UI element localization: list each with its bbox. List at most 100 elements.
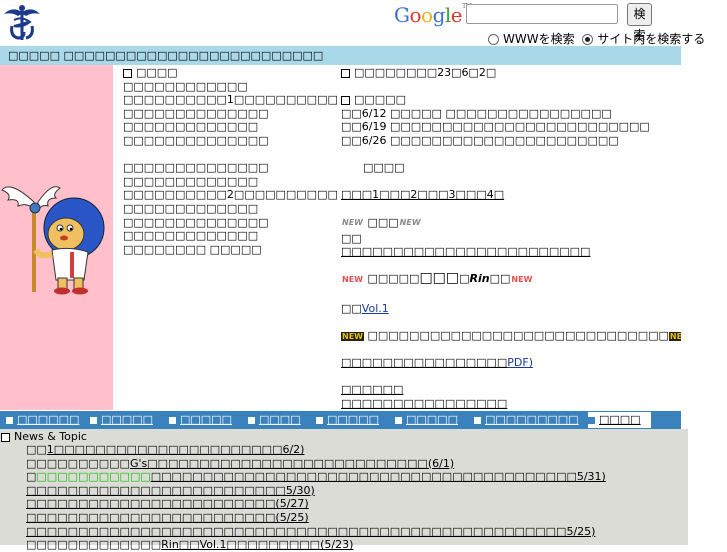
- col1-line: □□□□□□□□□□□□□: [123, 229, 259, 243]
- rin-text-a: □□□□□: [367, 272, 420, 286]
- pdf-link[interactable]: PDF): [507, 356, 533, 369]
- nav-item[interactable]: □□□□□□□□□: [474, 411, 579, 429]
- schedule-item: □□6/26 □□□□□□□□□□□□□□□□□□□□□□: [341, 133, 619, 147]
- checkbox-square-icon: [1, 432, 10, 442]
- checkbox-square-icon: [341, 95, 350, 105]
- col1-line: □□□□□□□□□□□□□: [123, 174, 259, 188]
- new-row-2: NEW □□□□□□□□□□□□□□□□□□□□□□□□□□□□□NEW: [341, 329, 681, 343]
- lion-mascot-icon: [1, 186, 105, 295]
- pdf-text[interactable]: □□□□□□□□□□□□□□□□: [341, 356, 507, 369]
- new-badge-icon: NEW: [341, 331, 364, 341]
- col1-line: □□□□□□□□□□□□: [123, 79, 248, 93]
- nav-item[interactable]: □□□□□: [169, 411, 232, 429]
- link-a[interactable]: □□□□□□: [341, 383, 403, 396]
- new-badge-icon: NEW: [342, 274, 363, 284]
- radio-site[interactable]: [582, 34, 594, 45]
- news-item[interactable]: □□□□□□□□□□□□□□□□□□□□□□□□□□□□□□□□□□□□□□□□…: [26, 525, 606, 539]
- nav-label: □□□□□□□□□: [485, 413, 579, 426]
- news-item[interactable]: □□□□□□□□□□□□□□□□□□□□□□□□□5/30): [26, 484, 606, 498]
- news-heading: News & Topic: [14, 430, 87, 443]
- search-button[interactable]: 検索: [627, 3, 652, 42]
- nav-square-icon: [169, 416, 176, 424]
- col1-line: □□□□□□□□□□□□□: [123, 201, 259, 215]
- nav-square-icon: [248, 416, 255, 424]
- col1-heading-row: □□□□: [123, 66, 338, 80]
- col1-line: □□□□□□□□ □□□□□: [123, 242, 262, 256]
- new1-link[interactable]: □□□□□□□□□□□□□□□□□□□□□□□□: [341, 245, 590, 258]
- nav-label: □□□□□: [327, 413, 379, 426]
- issue-links[interactable]: □□□1□□□2□□□3□□□4□: [341, 188, 504, 201]
- new-badge-icon: NEW: [511, 274, 533, 284]
- radio-site-label: サイト内を検索する: [597, 32, 706, 46]
- schedule-heading: □□□□□: [354, 93, 406, 107]
- title-bar: □□□□□ □□□□□□□□□□□□□□□□□□□□□□□□□: [0, 46, 681, 65]
- new-badge-icon: NEW: [342, 218, 363, 228]
- link-b[interactable]: □□□□□□□□□□□□□□□□: [341, 397, 507, 410]
- checkbox-square-icon: [341, 68, 350, 78]
- rin-mid: □: [459, 272, 470, 286]
- col1-line: □□□□□□□□□□□□□□: [123, 161, 269, 175]
- rin-big: □□□: [419, 272, 460, 287]
- col1-line: □□□□□□□□□□□□□□: [123, 215, 269, 229]
- left-info-column: □□□□ □□□□□□□□□□□□ □□□□□□□□□□1□□□□□□□□□□ …: [123, 66, 338, 256]
- vol-prefix: □□: [341, 301, 362, 315]
- schedule-item: □□6/19 □□□□□□□□□□□□□□□□□□□□□□□□□: [341, 120, 650, 134]
- col1-line: □□□□□□□□□□□□□□: [123, 106, 269, 120]
- rin-end: □□: [489, 272, 511, 286]
- nav-item[interactable]: □□□□□: [395, 411, 458, 429]
- right-info-column: □□□□□□□□23□6□2□ □□□□□ □□6/12 □□□□□ □□□□□…: [341, 66, 681, 411]
- nav-square-icon: [316, 416, 323, 424]
- nav-item[interactable]: □□□□: [248, 411, 301, 429]
- nav-item[interactable]: □□□□□: [316, 411, 379, 429]
- vol-row: □□Vol.1: [341, 302, 681, 316]
- new2-text[interactable]: □□□□□□□□□□□□□□□□□□□□□□□□□□□□□: [367, 329, 668, 342]
- new-badge-icon: NEW: [668, 331, 681, 341]
- search-input[interactable]: [466, 4, 618, 24]
- search-scope-options: WWWを検索 サイト内を検索する: [488, 30, 705, 47]
- col1-line: □□□□□□□□□□1□□□□□□□□□□: [123, 93, 338, 107]
- new1-title: □□□: [367, 215, 399, 229]
- nav-label: □□□□□: [406, 413, 458, 426]
- nav-label: □□□□□: [180, 413, 232, 426]
- rin-italic: Rin: [469, 272, 490, 286]
- schedule-item: □□6/12 □□□□□ □□□□□□□□□□□□□□□□: [341, 106, 612, 120]
- nav-item[interactable]: □□□□□: [90, 411, 153, 429]
- radio-www-label: WWWを検索: [503, 32, 575, 46]
- col1-line: □□□□□□□□□□□□□: [123, 120, 259, 134]
- col1-line: [123, 148, 338, 162]
- nav-label: □□□□□: [101, 413, 153, 426]
- news-item[interactable]: □□□□□□□□□□□□□□□□□□□□□□□□(5/27): [26, 497, 606, 511]
- nav-label: □□□□: [599, 413, 641, 426]
- news-item[interactable]: □□1□□□□□□□□□□□□□□□□□□□□□□6/2): [26, 443, 606, 457]
- new1-sub: □□: [341, 231, 362, 245]
- nav-square-icon: [395, 416, 402, 424]
- caduceus-logo-icon: [4, 5, 40, 40]
- news-item[interactable]: □□□□□□□□□□□□□□□□□□□□□□□□□□□□□□□□□□□□□□□□…: [26, 470, 606, 484]
- date-heading: □□□□□□□□23□6□2□: [354, 66, 497, 79]
- rin-row: NEW □□□□□□□□□Rin□□NEW: [341, 272, 681, 288]
- col1-line: □□□□□□□□□□2□□□□□□□□□□: [123, 188, 338, 202]
- checkbox-square-icon: [123, 68, 132, 78]
- news-item[interactable]: □□□□□□□□□□G's□□□□□□□□□□□□□□□□□□□□□□□□□□□…: [26, 457, 606, 471]
- radio-www[interactable]: [488, 34, 499, 45]
- col1-heading: □□□□: [136, 66, 178, 79]
- indent-label: □□□□: [363, 161, 405, 175]
- news-heading-row: News & Topic: [1, 430, 87, 443]
- nav-bar: □□□□□□ □□□□□ □□□□□ □□□□ □□□□□ □□□□□ □□□□…: [0, 411, 681, 429]
- col1-line: □□□□□□□□□□□□□□: [123, 133, 269, 147]
- nav-square-icon: [6, 416, 13, 424]
- site-logo[interactable]: [2, 4, 42, 42]
- nav-label: □□□□: [259, 413, 301, 426]
- new-row-1: NEW □□□NEW: [341, 216, 681, 232]
- nav-item-current[interactable]: □□□□: [588, 412, 651, 428]
- nav-square-icon: [90, 416, 97, 424]
- google-logo: GoogleTM: [394, 3, 472, 27]
- news-highlight: □□□□□□□□□□□: [36, 470, 151, 484]
- schedule-heading-row: □□□□□: [341, 93, 681, 107]
- google-wordmark: Google: [394, 3, 463, 27]
- news-item[interactable]: □□□□□□□□□□□□□□□□□□□□□□□□(5/25): [26, 511, 606, 525]
- new-badge-icon: NEW: [399, 218, 421, 228]
- title-bar-text: □□□□□ □□□□□□□□□□□□□□□□□□□□□□□□□: [8, 49, 324, 62]
- nav-item[interactable]: □□□□□□: [6, 411, 79, 429]
- vol-link[interactable]: Vol.1: [362, 302, 389, 315]
